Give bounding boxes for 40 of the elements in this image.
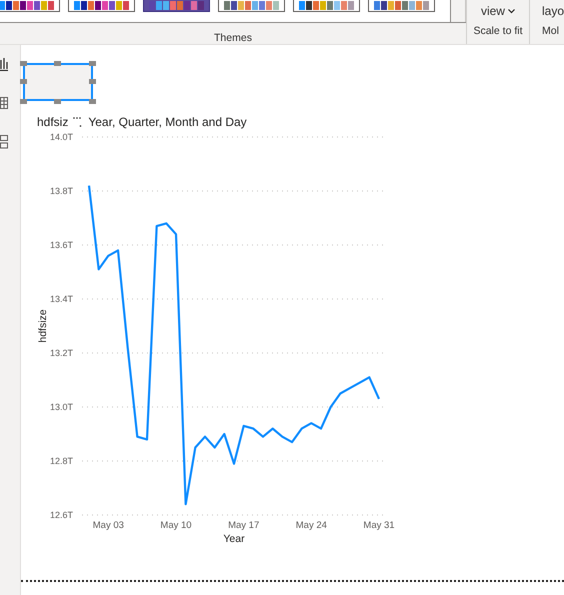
resize-handle[interactable] bbox=[20, 99, 27, 104]
y-tick-label: 13.2T bbox=[50, 348, 73, 358]
resize-handle[interactable] bbox=[54, 99, 61, 104]
visual-placeholder[interactable] bbox=[23, 63, 93, 101]
y-tick-label: 13.4T bbox=[50, 294, 73, 304]
resize-handle[interactable] bbox=[20, 61, 27, 66]
group-label: Scale to fit bbox=[473, 25, 522, 37]
x-tick-label: May 10 bbox=[160, 520, 192, 531]
group-label: Mol bbox=[542, 25, 559, 37]
y-tick-label: 13.8T bbox=[50, 186, 73, 196]
mobile-layout-button[interactable]: layo bbox=[542, 3, 564, 19]
theme-thumbnail[interactable] bbox=[368, 0, 435, 12]
resize-handle[interactable] bbox=[89, 61, 96, 66]
resize-handle[interactable] bbox=[89, 99, 96, 104]
y-tick-label: 13.6T bbox=[50, 240, 73, 250]
theme-thumbnail[interactable] bbox=[0, 0, 60, 12]
y-axis-title: hdfsize bbox=[37, 309, 49, 343]
chevron-icon bbox=[508, 8, 515, 14]
page-view-button[interactable]: view bbox=[480, 3, 515, 19]
theme-thumbnail[interactable] bbox=[293, 0, 360, 12]
x-axis-title: Year bbox=[223, 533, 245, 545]
theme-thumbnail[interactable] bbox=[218, 0, 285, 12]
resize-handle[interactable] bbox=[89, 79, 96, 84]
y-tick-label: 13.0T bbox=[50, 402, 73, 412]
x-tick-label: May 03 bbox=[92, 520, 124, 531]
theme-thumbnail[interactable] bbox=[68, 0, 135, 12]
x-tick-label: May 17 bbox=[228, 520, 260, 531]
resize-handle[interactable] bbox=[20, 79, 27, 84]
chart-title: hdfsiz bbox=[37, 115, 68, 129]
y-tick-label: 12.8T bbox=[50, 456, 73, 466]
theme-thumbnail[interactable] bbox=[143, 0, 210, 12]
more-options-icon[interactable] bbox=[73, 117, 82, 127]
x-tick-label: May 24 bbox=[296, 520, 327, 531]
y-tick-label: 14.0T bbox=[50, 132, 73, 142]
group-label: Themes bbox=[214, 32, 252, 44]
gallery-scrollbar[interactable] bbox=[450, 0, 466, 22]
x-tick-label: May 31 bbox=[363, 520, 395, 531]
chart-subtitle: Year, Quarter, Month and Day bbox=[88, 115, 247, 129]
y-tick-label: 12.6T bbox=[50, 510, 73, 520]
resize-handle[interactable] bbox=[54, 61, 61, 66]
